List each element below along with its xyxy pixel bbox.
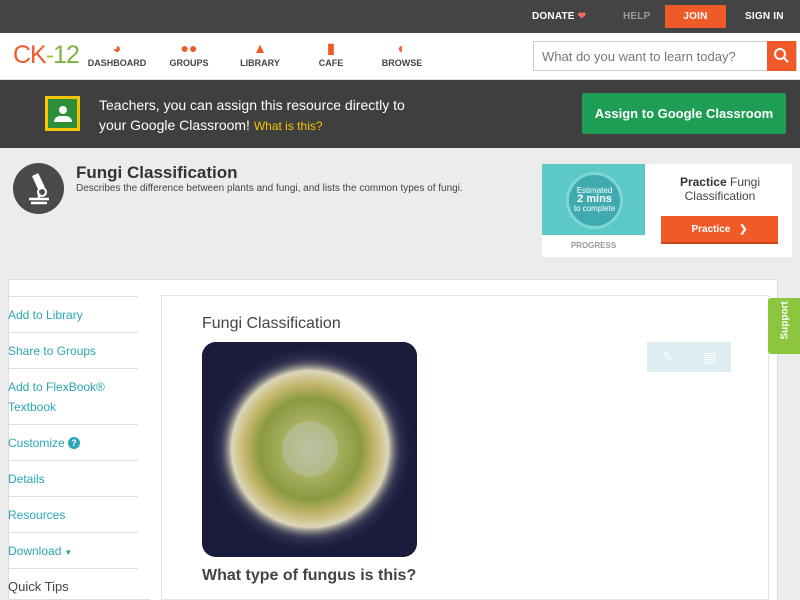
main-nav: CK-12 ◕ DASHBOARD ●● GROUPS ▲ LIBRARY ▮ … — [0, 33, 800, 80]
sidebar-item-resources[interactable]: Resources — [8, 496, 138, 532]
groups-icon: ●● — [180, 40, 198, 56]
search-icon — [774, 48, 789, 63]
progress-illustration: Estimated 2 mins to complete — [542, 164, 645, 235]
nav-dashboard-label: DASHBOARD — [87, 58, 147, 68]
classroom-message: Teachers, you can assign this resource d… — [99, 95, 439, 136]
sign-in-link[interactable]: SIGN IN — [745, 0, 784, 33]
nav-library-label: LIBRARY — [240, 58, 280, 68]
nav-browse-label: BROWSE — [381, 58, 423, 68]
support-label: Support — [779, 301, 791, 340]
donate-link[interactable]: DONATE ❤ — [532, 0, 586, 33]
nav-dashboard[interactable]: ◕ DASHBOARD — [82, 38, 152, 68]
google-classroom-icon — [45, 96, 80, 131]
download-label: Download — [8, 544, 62, 558]
assign-to-google-classroom-button[interactable]: Assign to Google Classroom — [582, 93, 786, 134]
ck12-logo[interactable]: CK-12 — [13, 41, 80, 70]
nav-groups[interactable]: ●● GROUPS — [154, 38, 224, 68]
classroom-message-line2: your Google Classroom! — [99, 117, 250, 133]
practice-card: Estimated 2 mins to complete PROGRESS Pr… — [542, 164, 792, 257]
cafe-icon: ▮ — [327, 40, 335, 56]
sidebar-item-download[interactable]: Download ▼ — [8, 532, 138, 568]
practice-title-bold: Practice — [679, 175, 727, 189]
chevron-right-icon: ❯ — [739, 224, 748, 235]
top-utility-bar: DONATE ❤ HELP JOIN SIGN IN — [0, 0, 800, 33]
heart-icon: ❤ — [577, 11, 587, 22]
notes-icon[interactable]: ▤ — [689, 342, 731, 372]
logo-number: 12 — [53, 41, 80, 69]
search-box — [533, 41, 797, 71]
sidebar-menu: Add to Library Share to Groups Add to Fl… — [8, 296, 138, 600]
dashboard-icon: ◕ — [112, 40, 122, 56]
what-is-this-link[interactable]: What is this? — [254, 119, 323, 133]
logo-ck: CK — [13, 41, 47, 69]
sidebar-item-share-to-groups[interactable]: Share to Groups — [8, 332, 138, 368]
concept-title: Fungi Classification — [76, 163, 238, 182]
to-complete-label: to complete — [573, 204, 616, 213]
library-icon: ▲ — [253, 40, 267, 56]
concept-description: Describes the difference between plants … — [76, 183, 463, 194]
nav-browse[interactable]: ◐ BROWSE — [367, 38, 437, 68]
practice-button[interactable]: Practice ❯ — [661, 216, 778, 244]
help-question-icon[interactable]: ? — [68, 437, 81, 449]
join-button[interactable]: JOIN — [665, 5, 726, 28]
search-button[interactable] — [767, 41, 796, 71]
pencil-icon[interactable]: ✎ — [647, 342, 689, 372]
sidebar-item-customize[interactable]: Customize ? — [8, 424, 138, 460]
nav-groups-label: GROUPS — [169, 58, 209, 68]
browse-icon: ◐ — [397, 40, 407, 56]
caret-down-icon: ▼ — [64, 548, 73, 557]
content-title: Fungi Classification — [202, 315, 341, 332]
help-link[interactable]: HELP — [623, 0, 650, 33]
sidebar-item-add-to-library[interactable]: Add to Library — [8, 296, 138, 332]
nav-library[interactable]: ▲ LIBRARY — [225, 38, 295, 68]
donate-label: DONATE — [532, 11, 575, 22]
practice-title: Practice Fungi Classification — [660, 175, 780, 203]
sidebar-item-quick-tips[interactable]: Quick Tips — [8, 568, 138, 600]
logo-dash: - — [45, 41, 54, 69]
annotation-toolbar: ✎ ▤ — [647, 342, 731, 372]
practice-button-label: Practice — [691, 224, 731, 235]
microscope-icon — [13, 163, 64, 214]
customize-label: Customize — [8, 436, 65, 450]
support-tab[interactable]: Support — [768, 298, 800, 354]
question-heading: What type of fungus is this? — [202, 567, 417, 584]
nav-cafe[interactable]: ▮ CAFE — [296, 38, 366, 68]
search-input[interactable] — [534, 42, 770, 70]
estimated-time-badge: Estimated 2 mins to complete — [566, 172, 623, 229]
sidebar-item-details[interactable]: Details — [8, 460, 138, 496]
fungus-image — [202, 342, 417, 557]
sidebar-item-add-to-flexbook[interactable]: Add to FlexBook® Textbook — [8, 368, 138, 424]
progress-label: PROGRESS — [570, 241, 617, 250]
nav-cafe-label: CAFE — [318, 58, 344, 68]
classroom-message-line1: Teachers, you can assign this resource d… — [99, 97, 405, 113]
